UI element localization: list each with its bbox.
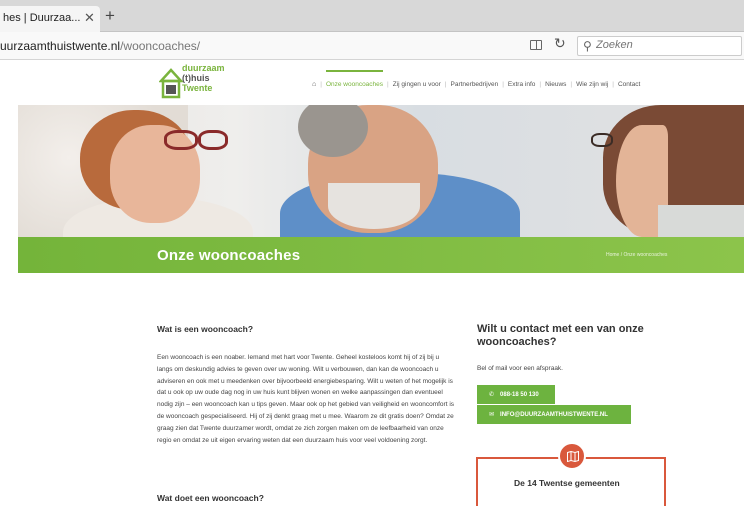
menu-item-nieuws[interactable]: Nieuws bbox=[545, 81, 566, 88]
search-input[interactable] bbox=[596, 39, 736, 51]
phone-button[interactable]: ✆ 088-18 50 130 bbox=[477, 385, 555, 404]
main-content: Wat is een wooncoach? Een wooncoach is e… bbox=[157, 324, 455, 446]
section-heading-wat-doet: Wat doet een wooncoach? bbox=[157, 493, 264, 503]
browser-tab-bar: hes | Duurzaa... ✕ + bbox=[0, 0, 744, 32]
home-icon[interactable]: ⌂ bbox=[312, 81, 316, 88]
logo-text: duurzaam (t)huis Twente bbox=[182, 63, 225, 93]
url-path: /wooncoaches/ bbox=[120, 39, 201, 53]
reload-icon[interactable]: ↻ bbox=[554, 35, 566, 52]
site-header: duurzaam (t)huis Twente ⌂ | Onze wooncoa… bbox=[0, 61, 744, 105]
menu-item-zij-gingen-u-voor[interactable]: Zij gingen u voor bbox=[393, 81, 441, 88]
search-icon: ⚲ bbox=[583, 39, 592, 53]
phone-number: 088-18 50 130 bbox=[500, 391, 539, 398]
menu-item-contact[interactable]: Contact bbox=[618, 81, 640, 88]
new-tab-button[interactable]: + bbox=[105, 7, 115, 24]
reader-view-icon[interactable] bbox=[530, 40, 542, 50]
page-title: Onze wooncoaches bbox=[157, 247, 301, 264]
mail-icon: ✉ bbox=[489, 412, 495, 418]
address-bar[interactable]: uurzaamthuistwente.nl/wooncoaches/ bbox=[0, 39, 200, 53]
menu-item-onze-wooncoaches[interactable]: Onze wooncoaches bbox=[325, 70, 384, 88]
widget-title: De 14 Twentse gemeenten bbox=[514, 478, 620, 488]
sidebar-title: Wilt u contact met een van onze wooncoac… bbox=[477, 323, 644, 348]
sidebar-text: Bel of mail voor een afspraak. bbox=[477, 365, 563, 372]
breadcrumb[interactable]: Home / Onze wooncoaches bbox=[606, 252, 667, 258]
menu-item-partnerbedrijven[interactable]: Partnerbedrijven bbox=[451, 81, 499, 88]
logo-line-2: (t)huis bbox=[182, 73, 210, 83]
logo-line-3: Twente bbox=[182, 83, 213, 93]
menu-item-wie-zijn-wij[interactable]: Wie zijn wij bbox=[576, 81, 608, 88]
map-badge bbox=[558, 442, 586, 470]
email-address: INFO@DUURZAAMTHUISTWENTE.NL bbox=[500, 411, 608, 418]
browser-tab[interactable]: hes | Duurzaa... ✕ bbox=[0, 6, 100, 32]
menu-item-extra-info[interactable]: Extra info bbox=[508, 81, 535, 88]
main-menu: ⌂ | Onze wooncoaches | Zij gingen u voor… bbox=[312, 70, 641, 88]
email-button[interactable]: ✉ INFO@DUURZAAMTHUISTWENTE.NL bbox=[477, 405, 631, 424]
house-logo-icon bbox=[159, 68, 183, 99]
tab-title: hes | Duurzaa... bbox=[3, 12, 81, 24]
map-icon bbox=[567, 451, 579, 462]
phone-icon: ✆ bbox=[489, 392, 495, 398]
hero-photo bbox=[18, 105, 744, 237]
browser-nav-bar: uurzaamthuistwente.nl/wooncoaches/ ↻ ⚲ bbox=[0, 32, 744, 60]
section-heading-wat-is: Wat is een wooncoach? bbox=[157, 324, 254, 334]
page-title-band: Onze wooncoaches Home / Onze wooncoaches bbox=[18, 237, 744, 273]
logo-line-1: duurzaam bbox=[182, 63, 225, 73]
intro-paragraph: Een wooncoach is een noaber. Iemand met … bbox=[157, 354, 455, 444]
close-tab-icon[interactable]: ✕ bbox=[84, 10, 95, 26]
url-domain: uurzaamthuistwente.nl bbox=[0, 39, 121, 53]
browser-search-box[interactable]: ⚲ bbox=[577, 36, 742, 56]
